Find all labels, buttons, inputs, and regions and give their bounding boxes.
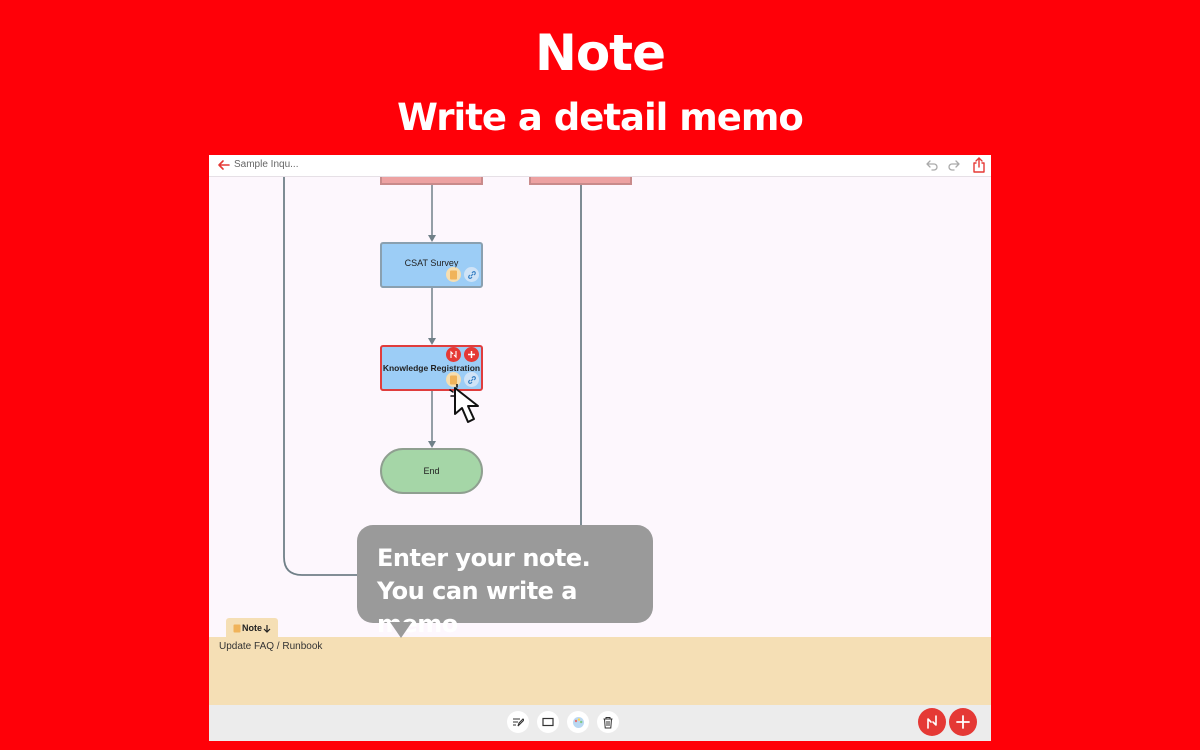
branch-icon (927, 715, 937, 729)
note-doc-icon[interactable] (446, 267, 461, 282)
add-fab[interactable] (949, 708, 977, 736)
shape-button[interactable] (537, 711, 559, 733)
top-bar: Sample Inqu... (209, 155, 991, 177)
plus-icon (956, 715, 970, 729)
promo-subtitle: Write a detail memo (397, 96, 804, 139)
node-label: Knowledge Registration (382, 363, 481, 373)
partial-node-right[interactable] (529, 177, 632, 185)
branch-icon[interactable] (446, 347, 461, 362)
palette-icon (572, 716, 584, 728)
branch-fab[interactable] (918, 708, 946, 736)
flow-node-csat-survey[interactable]: CSAT Survey (380, 242, 483, 288)
document-title: Sample Inqu... (234, 159, 299, 170)
arrow-down-icon (263, 624, 271, 633)
redo-icon[interactable] (947, 158, 961, 172)
share-icon[interactable] (972, 157, 986, 173)
tooltip-line-1: Enter your note. (377, 544, 591, 572)
tooltip-pointer (390, 622, 412, 638)
flow-node-end[interactable]: End (380, 448, 483, 494)
app-window: Sample Inqu... CSAT Survey Knowledge Reg… (209, 155, 991, 741)
note-content[interactable]: Update FAQ / Runbook (219, 641, 322, 652)
note-tab[interactable]: Note (226, 618, 278, 638)
note-doc-icon (233, 624, 241, 632)
bottom-toolbar (209, 705, 991, 741)
undo-icon[interactable] (925, 158, 939, 172)
color-button[interactable] (567, 711, 589, 733)
tooltip-callout: Enter your note. You can write a memo (357, 525, 653, 638)
partial-node-left[interactable] (380, 177, 483, 185)
trash-icon (603, 716, 613, 728)
add-node-icon[interactable] (464, 347, 479, 362)
rectangle-icon (542, 717, 554, 727)
delete-button[interactable] (597, 711, 619, 733)
edit-icon (513, 718, 524, 727)
promo-title: Note (534, 24, 666, 82)
tooltip-line-2: You can write a memo (377, 577, 578, 638)
node-label: End (423, 466, 440, 476)
back-arrow-icon[interactable] (217, 158, 231, 172)
link-icon[interactable] (464, 267, 479, 282)
mouse-pointer-icon (449, 384, 479, 423)
edit-button[interactable] (507, 711, 529, 733)
note-tab-label: Note (242, 623, 262, 633)
note-editor[interactable]: Update FAQ / Runbook (209, 637, 991, 705)
